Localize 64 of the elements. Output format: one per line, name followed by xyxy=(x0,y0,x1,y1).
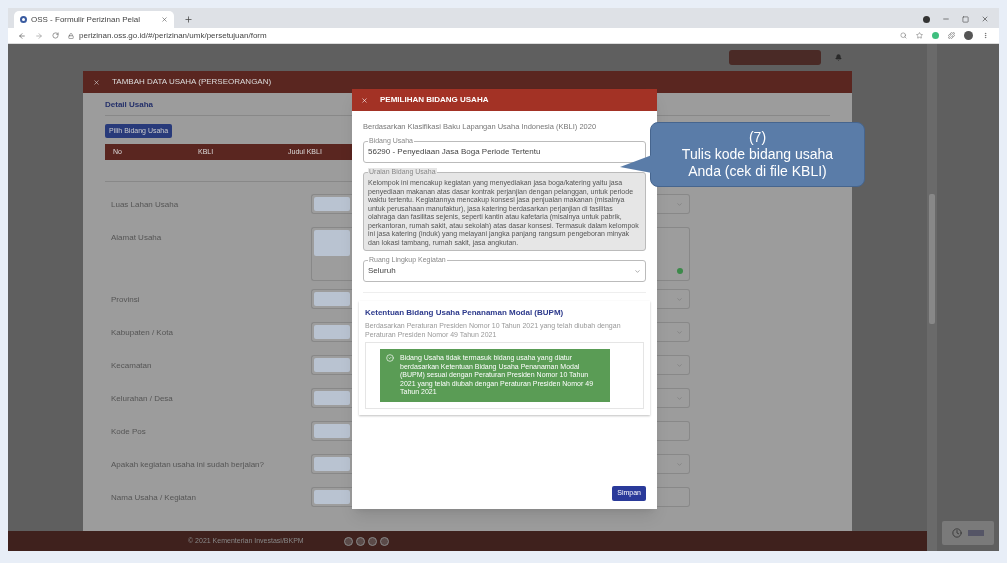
autofill-chip xyxy=(314,292,350,306)
close-icon[interactable] xyxy=(161,16,168,23)
maximize-icon[interactable] xyxy=(962,15,969,23)
bell-icon[interactable] xyxy=(835,54,842,61)
timer-widget[interactable] xyxy=(942,521,994,545)
autofill-chip xyxy=(314,490,350,504)
field-label: Kabupaten / Kota xyxy=(111,327,174,339)
clock-icon xyxy=(952,528,962,538)
field-value: Seluruh xyxy=(368,265,396,278)
star-icon[interactable] xyxy=(916,32,923,39)
autofill-chip xyxy=(314,197,350,211)
input-field[interactable] xyxy=(311,388,352,408)
callout-text: Tulis kode bidang usaha xyxy=(681,146,834,163)
reload-icon[interactable] xyxy=(52,32,59,39)
input-field-end[interactable] xyxy=(657,454,690,474)
field-label: Kecamatan xyxy=(111,360,153,372)
check-circle-icon xyxy=(386,354,394,363)
field-label: Nama Usaha / Kegiatan xyxy=(111,492,197,504)
autofill-chip xyxy=(314,424,350,438)
new-tab-icon[interactable] xyxy=(184,15,193,24)
extension-icon[interactable] xyxy=(932,32,939,39)
autofill-chip xyxy=(314,358,350,372)
avatar-icon[interactable] xyxy=(964,31,973,40)
autofill-chip xyxy=(314,391,350,405)
browser-tab[interactable]: OSS - Formulir Perizinan Pelal xyxy=(14,11,174,28)
bupm-title: Ketentuan Bidang Usaha Penanaman Modal (BUPM) xyxy=(365,307,565,320)
input-field[interactable] xyxy=(311,227,352,281)
autofill-chip xyxy=(314,230,350,256)
input-field-end[interactable] xyxy=(657,227,690,281)
input-field[interactable] xyxy=(311,194,352,214)
site-favicon-icon xyxy=(20,16,27,23)
autofill-chip xyxy=(314,325,350,339)
url-text[interactable]: perizinan.oss.go.id/#/perizinan/umk/persetujuan/form xyxy=(79,29,891,42)
callout-text: Anda (cek di file KBLI) xyxy=(688,163,827,180)
input-field[interactable] xyxy=(311,355,352,375)
dropdown-caret-icon xyxy=(634,267,641,275)
modal-title: TAMBAH DATA USAHA (PERSEORANGAN) xyxy=(112,76,272,88)
field-label: Provinsi xyxy=(111,294,141,306)
back-icon[interactable] xyxy=(18,31,26,40)
input-field-end[interactable] xyxy=(657,194,690,214)
autofill-chip xyxy=(314,457,350,471)
field-label: Alamat Usaha xyxy=(111,232,163,244)
input-field[interactable] xyxy=(311,487,352,507)
forward-icon[interactable] xyxy=(35,31,43,40)
field-value: 56290 - Penyediaan Jasa Boga Periode Tertentu xyxy=(368,146,541,159)
input-field-end[interactable] xyxy=(657,421,690,441)
input-field[interactable] xyxy=(311,322,352,342)
input-field-end[interactable] xyxy=(657,487,690,507)
input-field-end[interactable] xyxy=(657,322,690,342)
input-field-end[interactable] xyxy=(657,388,690,408)
input-field[interactable] xyxy=(311,289,352,309)
input-field[interactable] xyxy=(311,454,352,474)
scrollbar-thumb[interactable] xyxy=(929,194,935,324)
close-icon[interactable] xyxy=(981,15,989,23)
input-field-end[interactable] xyxy=(657,355,690,375)
scrollbar[interactable] xyxy=(927,44,937,551)
tab-title: OSS - Formulir Perizinan Pelal xyxy=(31,13,141,26)
search-icon[interactable] xyxy=(900,32,907,39)
profile-icon[interactable] xyxy=(923,15,930,23)
lock-icon xyxy=(68,32,74,39)
minimize-icon[interactable] xyxy=(942,15,950,23)
input-field[interactable] xyxy=(311,421,352,441)
input-field-end[interactable] xyxy=(657,289,690,309)
callout-text: (7) xyxy=(748,129,767,146)
